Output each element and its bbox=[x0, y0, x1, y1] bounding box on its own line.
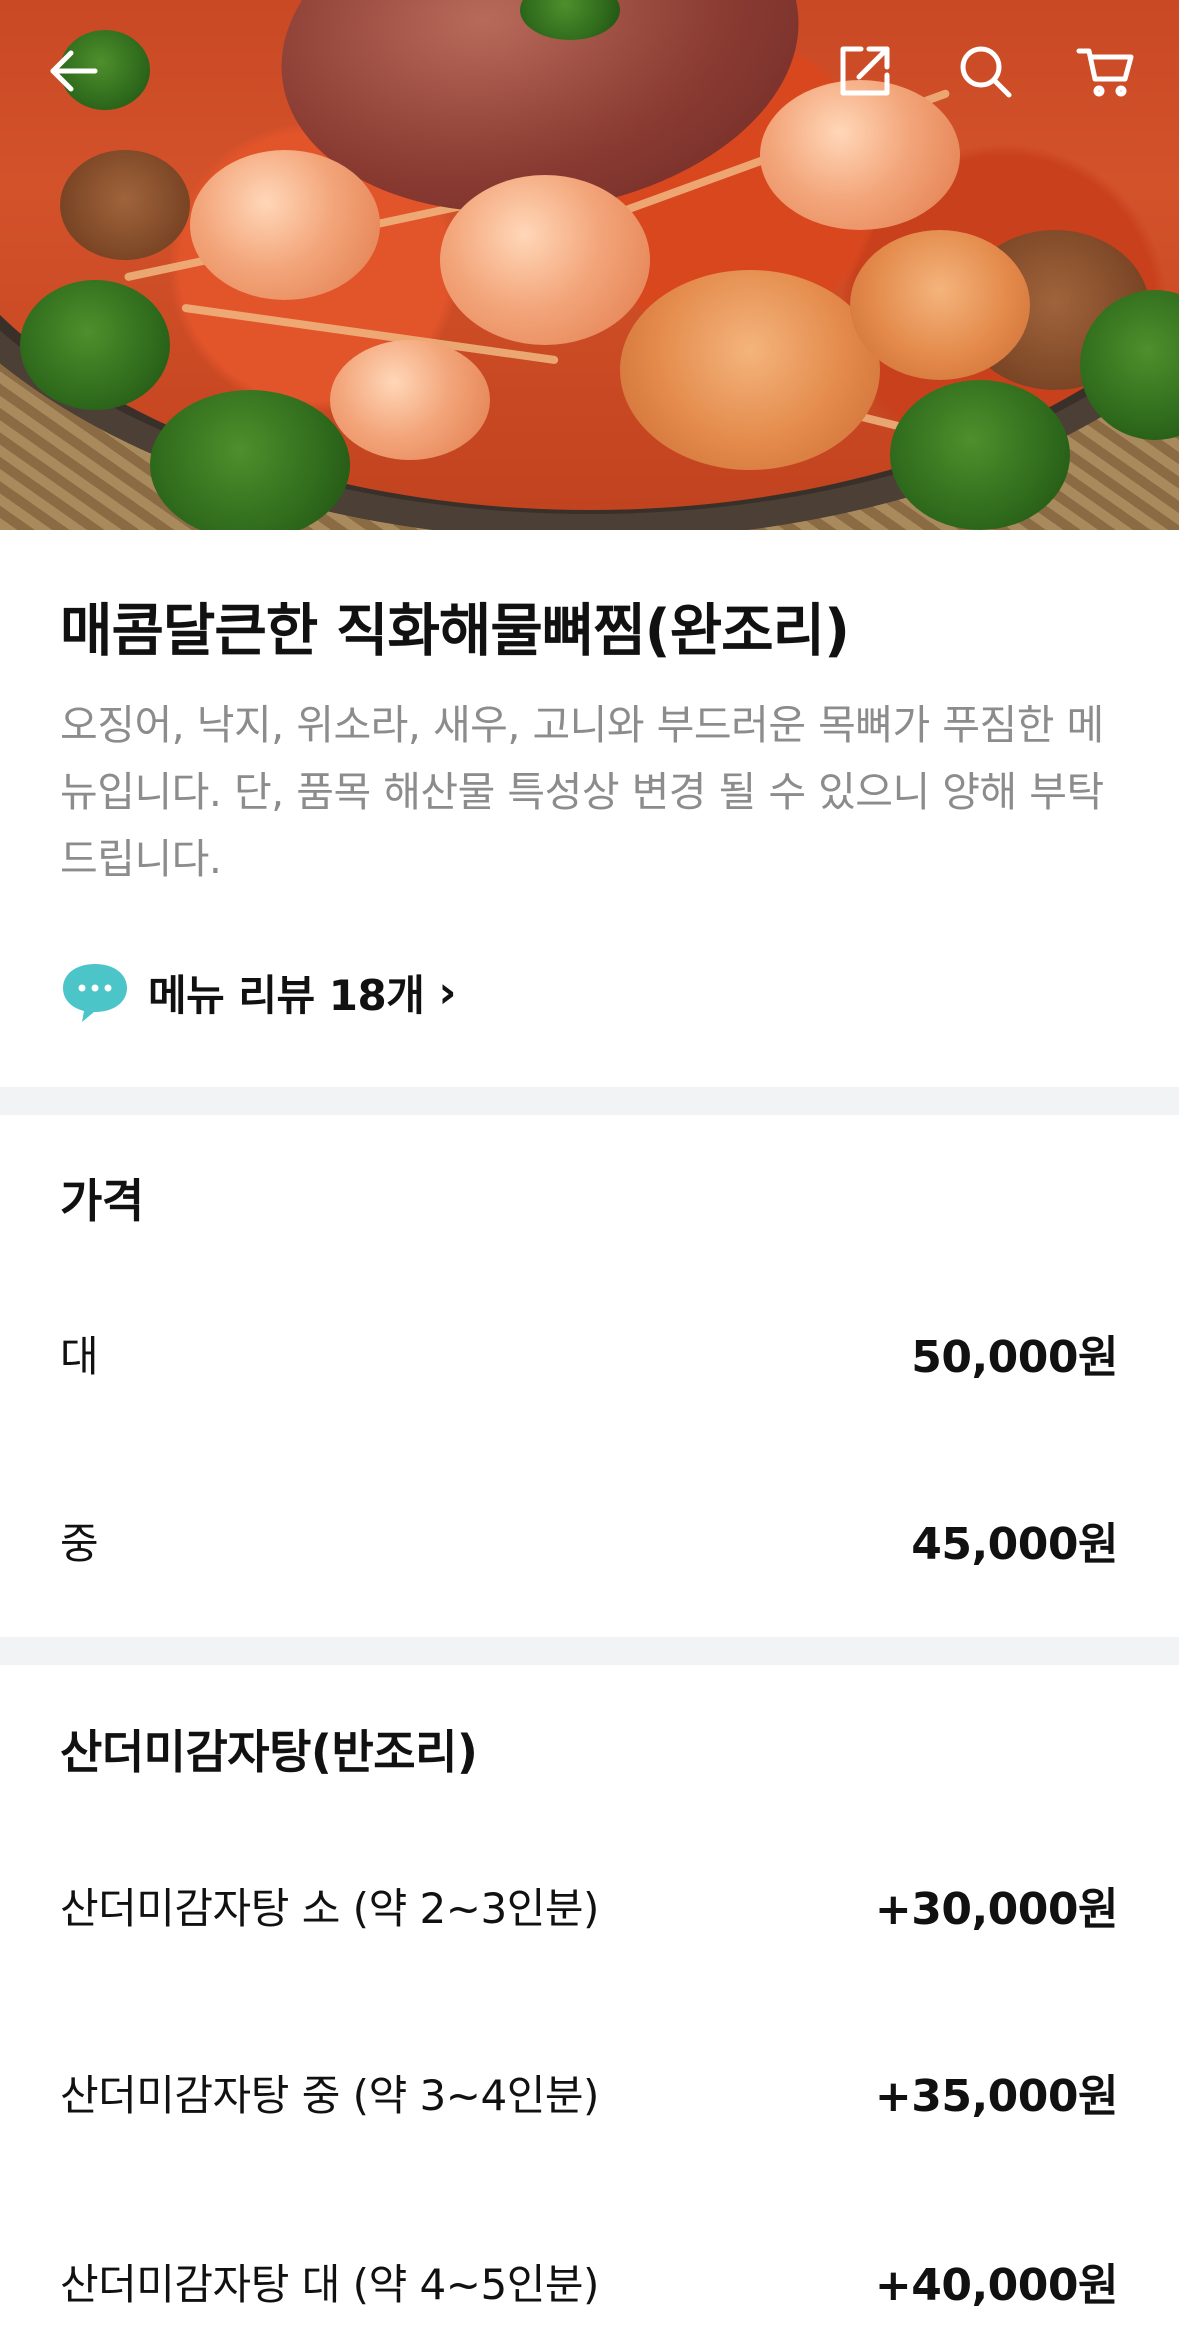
chevron-right-icon: › bbox=[438, 966, 457, 1018]
octopus bbox=[850, 230, 1030, 380]
addon-option-medium[interactable]: 산더미감자탕 중 (약 3~4인분) +35,000원 bbox=[60, 2057, 1119, 2127]
menu-review-link[interactable]: 메뉴 리뷰 18개 › bbox=[60, 958, 457, 1026]
speech-bubble-icon bbox=[63, 964, 127, 1022]
search-button[interactable] bbox=[950, 36, 1020, 106]
share-button[interactable] bbox=[830, 36, 900, 106]
back-button[interactable] bbox=[38, 36, 108, 106]
octopus bbox=[620, 270, 880, 470]
option-name: 중 bbox=[60, 1518, 99, 1568]
section-divider bbox=[0, 1087, 1179, 1115]
parsley bbox=[20, 280, 170, 410]
option-name: 대 bbox=[60, 1331, 99, 1381]
option-price: 45,000원 bbox=[911, 1519, 1118, 1570]
cart-icon bbox=[1076, 48, 1134, 97]
addon-option-small[interactable]: 산더미감자탕 소 (약 2~3인분) +30,000원 bbox=[60, 1870, 1119, 1940]
shrimp bbox=[440, 175, 650, 345]
search-icon bbox=[960, 46, 1012, 98]
addon-section-title: 산더미감자탕(반조리) bbox=[60, 1725, 478, 1779]
parsley bbox=[890, 380, 1070, 530]
section-divider bbox=[0, 1637, 1179, 1665]
addon-option-large[interactable]: 산더미감자탕 대 (약 4~5인분) +40,000원 bbox=[60, 2246, 1119, 2316]
menu-title: 매콤달큰한 직화해물뼈찜(완조리) bbox=[60, 598, 850, 664]
menu-review-label: 메뉴 리뷰 18개 bbox=[148, 970, 425, 1020]
option-name: 산더미감자탕 중 (약 3~4인분) bbox=[60, 2070, 599, 2120]
option-price: 50,000원 bbox=[911, 1332, 1118, 1383]
option-price: +30,000원 bbox=[874, 1884, 1119, 1935]
option-name: 산더미감자탕 소 (약 2~3인분) bbox=[60, 1883, 599, 1933]
option-price: +35,000원 bbox=[874, 2071, 1119, 2122]
arrow-left-icon bbox=[50, 50, 98, 92]
parsley bbox=[150, 390, 350, 530]
shrimp bbox=[190, 150, 380, 300]
pork-bone bbox=[60, 150, 190, 260]
price-section-title: 가격 bbox=[60, 1174, 144, 1228]
share-icon bbox=[840, 46, 890, 96]
cart-button[interactable] bbox=[1070, 36, 1140, 106]
price-option-large[interactable]: 대 50,000원 bbox=[60, 1318, 1118, 1388]
menu-description: 오징어, 낙지, 위소라, 새우, 고니와 부드러운 목뼈가 푸짐한 메뉴입니다… bbox=[60, 701, 1104, 883]
option-price: +40,000원 bbox=[874, 2260, 1119, 2311]
shrimp bbox=[330, 340, 490, 460]
option-name: 산더미감자탕 대 (약 4~5인분) bbox=[60, 2259, 599, 2309]
price-option-medium[interactable]: 중 45,000원 bbox=[60, 1505, 1118, 1575]
